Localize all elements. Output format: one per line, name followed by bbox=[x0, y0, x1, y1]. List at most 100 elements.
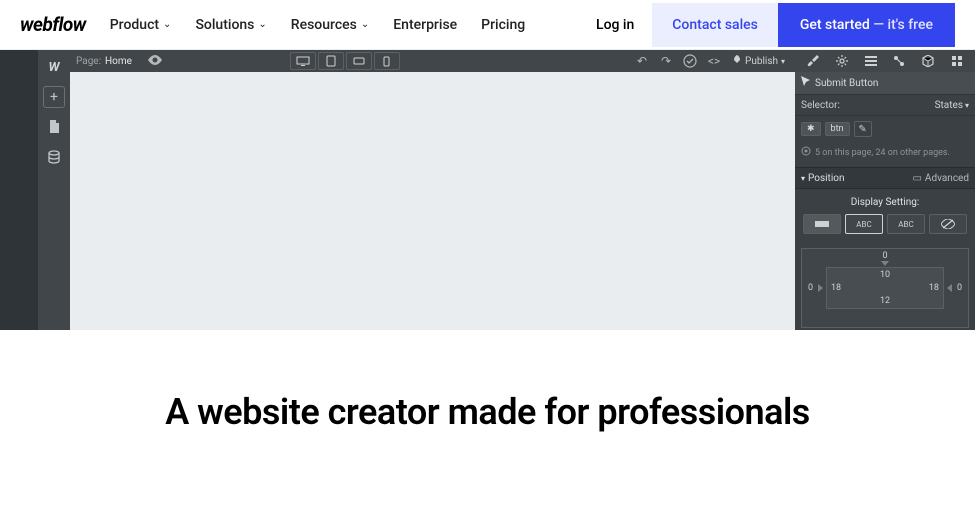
states-label: States bbox=[935, 100, 963, 111]
nav-label: Enterprise bbox=[393, 17, 457, 33]
nav-links: Product ⌄ Solutions ⌄ Resources ⌄ Enterpris… bbox=[110, 17, 525, 33]
position-section-header[interactable]: ▾Position ▭ Advanced bbox=[795, 167, 975, 189]
pointer-icon bbox=[801, 76, 811, 91]
padding-box[interactable]: 10 12 18 18 bbox=[826, 267, 944, 309]
chevron-down-icon: ⌄ bbox=[361, 19, 369, 30]
page-indicator[interactable]: Page: Home bbox=[76, 56, 132, 67]
display-inline-block[interactable]: ABC bbox=[845, 214, 883, 234]
brush-icon[interactable] bbox=[803, 52, 823, 70]
advanced-label: Advanced bbox=[925, 173, 969, 184]
redo-icon[interactable]: ↷ bbox=[656, 52, 676, 70]
display-inline[interactable]: ABC bbox=[887, 214, 925, 234]
left-rail: W + bbox=[38, 50, 70, 330]
rocket-icon bbox=[732, 55, 742, 68]
logo[interactable]: webflow bbox=[20, 13, 86, 36]
designer-toolbar: Page: Home ↶ ↷ <> bbox=[70, 50, 795, 72]
login-link[interactable]: Log in bbox=[578, 5, 652, 45]
triangle-left-icon bbox=[818, 284, 823, 292]
padding-top-value[interactable]: 10 bbox=[880, 270, 890, 280]
code-icon[interactable]: <> bbox=[704, 52, 724, 70]
nav-solutions[interactable]: Solutions ⌄ bbox=[195, 17, 266, 33]
margin-top-value[interactable]: 0 bbox=[882, 251, 887, 261]
check-icon[interactable] bbox=[680, 52, 700, 70]
device-breakpoints bbox=[290, 52, 400, 70]
triangle-right-icon bbox=[947, 284, 952, 292]
panel-tabs bbox=[795, 50, 975, 72]
selector-all[interactable]: ✱ bbox=[801, 122, 821, 136]
triangle-down-icon bbox=[881, 261, 889, 266]
gear-icon[interactable] bbox=[832, 52, 852, 70]
box-model[interactable]: 0 0 0 10 12 18 18 bbox=[795, 242, 975, 330]
margin-right-value[interactable]: 0 bbox=[957, 283, 962, 293]
toolbar-right: ↶ ↷ <> Publish ▾ bbox=[632, 52, 789, 70]
headline-text: A website creator made for professionals bbox=[20, 390, 955, 435]
designer-preview: W + Page: Home ↶ bbox=[0, 50, 975, 330]
page-label: Page: bbox=[76, 56, 101, 67]
tablet-breakpoint[interactable] bbox=[318, 52, 344, 70]
selector-row: Selector: States▾ bbox=[795, 94, 975, 116]
padding-left-value[interactable]: 18 bbox=[831, 283, 841, 293]
nav-product[interactable]: Product ⌄ bbox=[110, 17, 172, 33]
nav-label: Product bbox=[110, 17, 159, 33]
chevron-down-icon: ⌄ bbox=[258, 19, 266, 30]
publish-button[interactable]: Publish ▾ bbox=[728, 55, 789, 68]
landscape-breakpoint[interactable] bbox=[346, 52, 372, 70]
chevron-down-icon: ▾ bbox=[781, 57, 785, 66]
margin-left-value[interactable]: 0 bbox=[808, 283, 813, 293]
selected-element-name: Submit Button bbox=[815, 78, 878, 89]
publish-label: Publish bbox=[745, 56, 778, 67]
target-icon bbox=[801, 146, 811, 159]
pages-icon[interactable] bbox=[43, 116, 65, 138]
headline-section: A website creator made for professionals bbox=[0, 330, 975, 465]
nav-resources[interactable]: Resources ⌄ bbox=[291, 17, 369, 33]
nav-label: Solutions bbox=[195, 17, 254, 33]
toggle-icon: ▭ bbox=[912, 173, 921, 184]
canvas[interactable] bbox=[70, 72, 795, 330]
top-nav: webflow Product ⌄ Solutions ⌄ Resources ⌄ E… bbox=[0, 0, 975, 50]
cta-main: Get started bbox=[800, 17, 870, 33]
asterisk-icon: ✱ bbox=[807, 124, 815, 134]
layout-icon[interactable] bbox=[861, 52, 881, 70]
cms-icon[interactable] bbox=[43, 146, 65, 168]
display-block[interactable] bbox=[803, 214, 841, 234]
states-dropdown[interactable]: States▾ bbox=[935, 100, 969, 111]
selected-element-row: Submit Button bbox=[795, 72, 975, 94]
padding-bottom-value[interactable]: 12 bbox=[880, 296, 890, 306]
box-icon[interactable] bbox=[918, 52, 938, 70]
instance-text: 5 on this page, 24 on other pages. bbox=[815, 148, 950, 158]
margin-box[interactable]: 0 0 0 10 12 18 18 bbox=[801, 248, 969, 328]
webflow-w-icon[interactable]: W bbox=[43, 56, 65, 78]
display-setting-label: Display Setting: bbox=[795, 189, 975, 214]
display-none[interactable] bbox=[929, 214, 967, 234]
nav-label: Resources bbox=[291, 17, 357, 33]
page-name: Home bbox=[105, 56, 132, 67]
nav-pricing[interactable]: Pricing bbox=[481, 17, 525, 33]
abc-label: ABC bbox=[856, 220, 871, 229]
cta-suffix: — it's free bbox=[870, 17, 933, 33]
edit-selector-icon[interactable]: ✎ bbox=[854, 121, 872, 137]
mobile-breakpoint[interactable] bbox=[374, 52, 400, 70]
chevron-down-icon: ⌄ bbox=[163, 19, 171, 30]
advanced-toggle[interactable]: ▭ Advanced bbox=[912, 173, 969, 184]
style-panel: Submit Button Selector: States▾ ✱ btn ✎ … bbox=[795, 50, 975, 330]
nav-right: Log in Contact sales Get started — it's … bbox=[578, 3, 955, 47]
nav-label: Pricing bbox=[481, 17, 525, 33]
selector-label: Selector: bbox=[801, 100, 840, 111]
padding-right-value[interactable]: 18 bbox=[929, 283, 939, 293]
add-element-button[interactable]: + bbox=[43, 86, 65, 108]
center-column: Page: Home ↶ ↷ <> bbox=[70, 50, 795, 330]
contact-sales-button[interactable]: Contact sales bbox=[652, 3, 778, 47]
display-options: ABC ABC bbox=[795, 214, 975, 242]
get-started-button[interactable]: Get started — it's free bbox=[778, 3, 955, 47]
section-title: Position bbox=[808, 173, 844, 184]
desktop-breakpoint[interactable] bbox=[290, 52, 316, 70]
nav-enterprise[interactable]: Enterprise bbox=[393, 17, 457, 33]
interactions-icon[interactable] bbox=[889, 52, 909, 70]
instance-count: 5 on this page, 24 on other pages. bbox=[795, 142, 975, 167]
caret-down-icon: ▾ bbox=[801, 174, 805, 183]
preview-icon[interactable] bbox=[148, 55, 162, 68]
undo-icon[interactable]: ↶ bbox=[632, 52, 652, 70]
selector-class[interactable]: btn bbox=[825, 122, 850, 136]
grid-icon[interactable] bbox=[947, 52, 967, 70]
chevron-down-icon: ▾ bbox=[965, 101, 969, 110]
